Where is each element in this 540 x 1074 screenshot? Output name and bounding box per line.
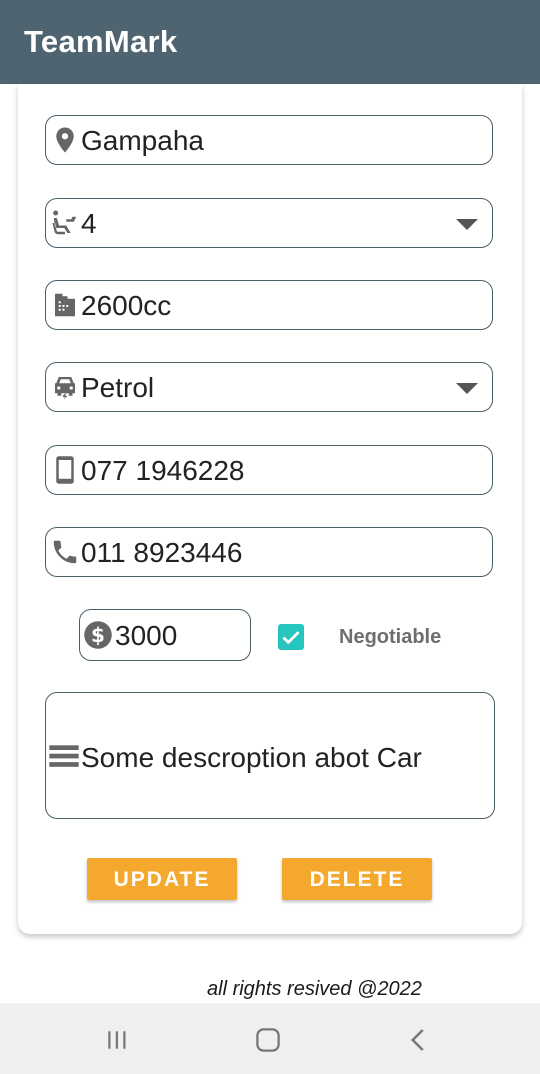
price-value: 3000 [115,620,178,651]
location-pin-icon [50,125,80,155]
app-bar: TeamMark [0,0,540,84]
chevron-down-icon [456,219,478,230]
seats-value: 4 [81,208,97,239]
chevron-down-icon [456,383,478,394]
price-field[interactable]: $ 3000 [79,609,251,661]
mobile-value: 077 1946228 [81,455,245,486]
check-icon [282,631,300,645]
description-field[interactable]: Some descroption abot Car [45,692,495,819]
update-button[interactable]: UPDATE [87,858,237,900]
engine-field[interactable]: 2600cc [45,280,493,330]
phone-icon [50,537,80,567]
description-value: Some descroption abot Car [81,742,422,773]
home-icon[interactable] [253,1025,283,1055]
mobile-phone-icon [50,455,80,485]
car-icon [50,372,80,402]
engine-capacity-icon [50,290,80,320]
mobile-field[interactable]: 077 1946228 [45,445,493,495]
system-nav-bar [0,1003,540,1074]
landline-field[interactable]: 011 8923446 [45,527,493,577]
landline-value: 011 8923446 [81,537,243,568]
fuel-dropdown[interactable]: Petrol [45,362,493,412]
location-value: Gampaha [81,125,204,156]
menu-lines-icon [48,740,80,772]
dollar-icon: $ [83,620,113,650]
back-icon[interactable] [404,1025,434,1055]
negotiable-checkbox[interactable] [278,624,304,650]
fuel-value: Petrol [81,372,155,403]
seat-icon [50,208,80,238]
recent-apps-icon[interactable] [102,1025,132,1055]
seats-dropdown[interactable]: 4 [45,198,493,248]
app-title: TeamMark [24,24,178,59]
footer-text: all rights resived @2022 [207,978,422,1000]
svg-text:$: $ [91,623,105,647]
delete-button[interactable]: DELETE [282,858,432,900]
engine-value: 2600cc [81,290,172,321]
location-field[interactable]: Gampaha [45,115,493,165]
negotiable-label: Negotiable [339,626,442,648]
